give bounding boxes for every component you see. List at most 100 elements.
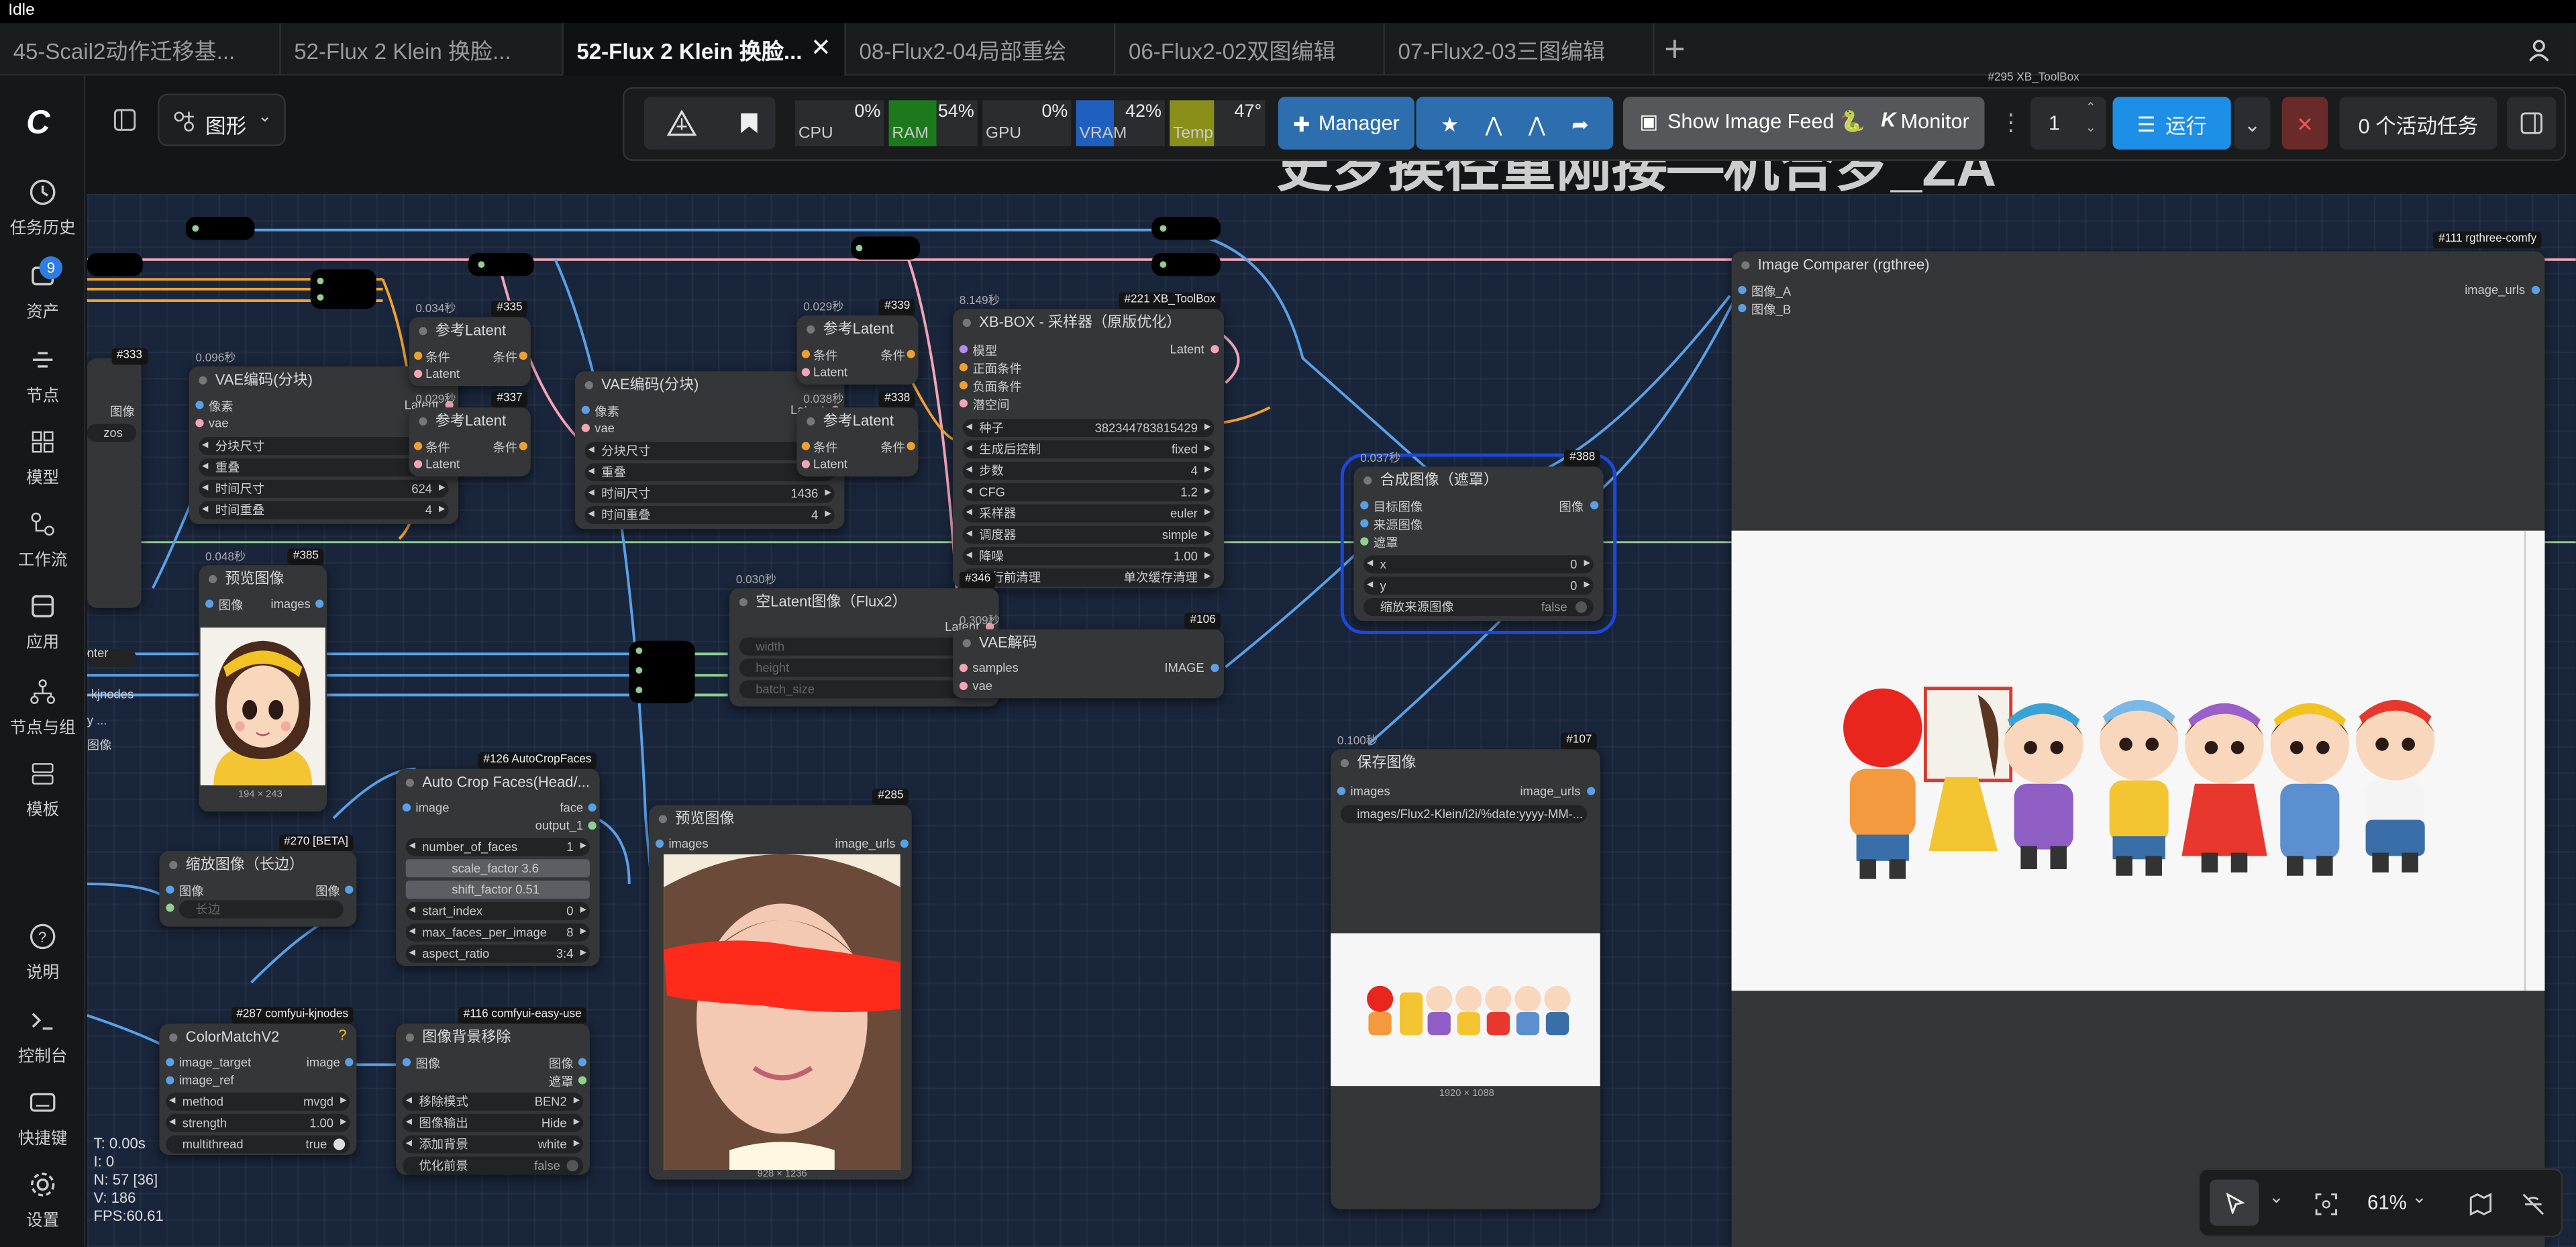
widget-max-faces[interactable]: max_faces_per_image8 <box>405 923 590 942</box>
input-port[interactable] <box>195 401 204 409</box>
account-icon[interactable] <box>2526 38 2551 62</box>
help-badge-icon[interactable]: ? <box>338 1027 346 1043</box>
node-111-image-comparer[interactable]: #111 rgthree-comfy Image Comparer (rgthr… <box>1731 232 2545 1247</box>
sidebar-item-models[interactable]: 模型 <box>0 427 85 488</box>
tab-flux-klein-active[interactable]: 52-Flux 2 Klein 换脸... ✕ <box>563 23 846 76</box>
links-hidden-icon[interactable] <box>2522 1193 2544 1215</box>
input-port[interactable] <box>413 369 423 379</box>
output-port[interactable] <box>1587 787 1596 795</box>
panel-toggle-button[interactable] <box>99 95 153 146</box>
minimap-icon[interactable] <box>2469 1193 2492 1216</box>
node-116-background-removal[interactable]: #116 comfyui-easy-use 图像背景移除 图像 图像 遮罩 移除… <box>396 1007 590 1175</box>
input-port[interactable] <box>959 363 968 372</box>
sidebar-item-nodes[interactable]: 节点 <box>0 345 85 406</box>
input-port[interactable] <box>655 839 664 848</box>
filename-prefix-field[interactable]: images/Flux2-Klein/i2i/%date:yyyy-MM-... <box>1340 805 1588 824</box>
output-port[interactable] <box>588 803 597 812</box>
widget-temporal-size[interactable]: 时间尺寸1436 <box>584 485 835 503</box>
sidebar-item-settings[interactable]: 设置 <box>0 1170 85 1231</box>
comparer-image-kids[interactable] <box>1731 530 2545 991</box>
sidebar-item-workflows[interactable]: 工作流 <box>0 509 85 570</box>
input-port[interactable] <box>801 350 811 358</box>
input-port[interactable] <box>581 405 590 414</box>
cancel-run-button[interactable]: ✕ <box>2281 97 2328 150</box>
zoom-chevron-down-icon[interactable]: ⌄ <box>2412 1186 2427 1207</box>
tab-flux2-03[interactable]: 07-Flux2-03三图编辑 <box>1385 23 1655 76</box>
widget-height[interactable]: height <box>739 658 989 677</box>
widget-scheduler[interactable]: 调度器simple <box>962 526 1215 544</box>
input-port[interactable] <box>166 903 174 912</box>
input-port[interactable] <box>166 1058 174 1066</box>
node-221-sampler[interactable]: 8.149秒 #221 XB_ToolBox XB-BOX - 采样器（原版优化… <box>953 292 1224 589</box>
output-port[interactable] <box>1210 663 1219 672</box>
tab-flux2-04[interactable]: 08-Flux2-04局部重绘 <box>846 23 1116 76</box>
widget-method[interactable]: methodmvgd <box>166 1092 350 1111</box>
node-385-preview[interactable]: 0.048秒 #385 预览图像 图像 images 194 × 243 <box>199 548 327 812</box>
output-port[interactable] <box>1210 345 1219 354</box>
widget-refine-foreground-toggle[interactable]: 优化前景 false <box>402 1156 584 1175</box>
widget-add-background[interactable]: 添加背景white <box>402 1135 584 1154</box>
bookmark-icon[interactable] <box>739 111 759 134</box>
star-icon[interactable]: ★ <box>1441 111 1459 136</box>
widget-start-index[interactable]: start_index0 <box>405 901 590 920</box>
input-port[interactable] <box>959 345 968 354</box>
widget-width[interactable]: width <box>739 637 989 656</box>
output-port[interactable] <box>900 839 909 848</box>
sidebar-item-templates[interactable]: 模板 <box>0 759 85 820</box>
close-tab-icon[interactable]: ✕ <box>811 33 831 62</box>
output-port[interactable] <box>345 1058 354 1066</box>
output-port[interactable] <box>2531 285 2540 295</box>
widget-seed[interactable]: 种子382344783815429 <box>962 419 1215 438</box>
input-port[interactable] <box>801 460 811 468</box>
input-port[interactable] <box>413 351 423 360</box>
run-button[interactable]: ☰ 运行 <box>2112 97 2231 150</box>
widget-temporal-overlap[interactable]: 时间重叠4 <box>199 501 449 519</box>
input-port[interactable] <box>1337 787 1346 795</box>
right-panel-toggle[interactable] <box>2507 97 2557 150</box>
input-port[interactable] <box>1738 285 1747 295</box>
input-port[interactable] <box>581 423 590 432</box>
widget-strength[interactable]: strength1.00 <box>166 1113 350 1132</box>
output-port[interactable] <box>578 1076 587 1085</box>
widget-aspect-ratio[interactable]: aspect_ratio3:4 <box>405 944 590 963</box>
input-port[interactable] <box>413 460 423 468</box>
tool-chevron-down-icon[interactable]: ⌄ <box>2269 1186 2284 1207</box>
tab-scail2[interactable]: 45-Scail2动作迁移基... <box>0 23 281 76</box>
widget-denoise[interactable]: 降噪1.00 <box>962 547 1215 566</box>
output-port[interactable] <box>588 821 597 830</box>
monitor-button[interactable]: Monitor <box>1901 110 1969 133</box>
tab-flux-klein-1[interactable]: 52-Flux 2 Klein 换脸... <box>281 23 564 76</box>
queue-count-input[interactable]: 1 ⌃ ⌄ <box>2030 97 2106 150</box>
select-tool-button[interactable] <box>2209 1179 2259 1226</box>
fit-view-icon[interactable] <box>2315 1193 2338 1215</box>
widget-control-after[interactable]: 生成后控制fixed <box>962 440 1215 458</box>
widget-shift-factor[interactable]: shift_factor 0.51 <box>405 881 590 899</box>
output-port[interactable] <box>519 442 527 450</box>
tab-flux2-02[interactable]: 06-Flux2-02双图编辑 <box>1115 23 1385 76</box>
active-tasks-button[interactable]: 0 个活动任务 <box>2339 97 2497 150</box>
output-port[interactable] <box>1590 501 1599 509</box>
input-port[interactable] <box>1360 501 1369 509</box>
output-port[interactable] <box>907 442 915 450</box>
input-port[interactable] <box>1738 303 1747 313</box>
node-107-save-image[interactable]: 0.100秒 #107 保存图像 images image_urls image… <box>1331 732 1600 1209</box>
input-port[interactable] <box>1360 537 1369 546</box>
run-options-chevron-icon[interactable]: ⌄ <box>2234 97 2271 150</box>
widget-cfg[interactable]: CFG1.2 <box>962 483 1215 501</box>
lines-icon[interactable]: ⋀ <box>1485 111 1502 136</box>
input-port[interactable] <box>166 1076 174 1085</box>
output-port[interactable] <box>907 350 915 358</box>
input-port[interactable] <box>801 442 811 450</box>
sidebar-item-shortcuts[interactable]: 快捷键 <box>0 1088 85 1148</box>
warning-triangle-icon[interactable] <box>667 110 697 136</box>
output-port[interactable] <box>315 599 324 608</box>
output-port[interactable] <box>345 885 354 894</box>
widget-multithread-toggle[interactable]: multithread true <box>166 1135 350 1154</box>
show-image-feed-button[interactable]: Show Image Feed 🐍 <box>1667 110 1865 135</box>
input-port[interactable] <box>959 381 968 390</box>
chart-icon[interactable]: ⋀ <box>1529 111 1545 136</box>
node-333[interactable]: #333 图像 zos nter -kjnodes y ... 图像 <box>87 348 148 752</box>
output-port[interactable] <box>578 1058 587 1066</box>
widget-field[interactable]: zos <box>87 423 137 442</box>
widget-sampler[interactable]: 采样器euler <box>962 504 1215 523</box>
